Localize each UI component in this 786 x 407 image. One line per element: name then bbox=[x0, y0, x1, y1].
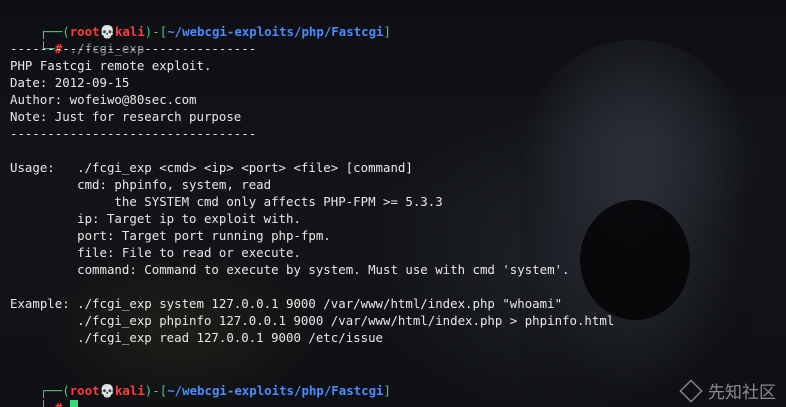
background-hooded-figure bbox=[520, 40, 750, 400]
prompt-path: ~/webcgi-exploits/php/Fastcgi bbox=[167, 24, 384, 39]
output-line: file: File to read or execute. bbox=[10, 245, 301, 260]
output-line: port: Target port running php-fpm. bbox=[10, 228, 331, 243]
prompt-path: ~/webcgi-exploits/php/Fastcgi bbox=[167, 383, 384, 398]
background-hood-shadow bbox=[580, 200, 690, 320]
output-line: ip: Target ip to exploit with. bbox=[10, 211, 301, 226]
command-line: └─# ./fcgi_exp bbox=[10, 23, 144, 56]
output-line: the SYSTEM cmd only affects PHP-FPM >= 5… bbox=[10, 194, 443, 209]
output-line: PHP Fastcgi remote exploit. bbox=[10, 58, 212, 73]
output-line: --------------------------------- bbox=[10, 126, 257, 141]
output-line: --------------------------------- bbox=[10, 41, 257, 56]
output-line: Usage: ./fcgi_exp <cmd> <ip> <port> <fil… bbox=[10, 160, 413, 175]
input-line[interactable]: └─# bbox=[10, 382, 78, 407]
prompt-frame-mid: )-[ bbox=[144, 383, 168, 398]
text-cursor[interactable] bbox=[69, 400, 78, 407]
output-line: Example: ./fcgi_exp system 127.0.0.1 900… bbox=[10, 296, 563, 311]
prompt-frame-mid: )-[ bbox=[144, 24, 168, 39]
terminal-window[interactable]: ┌──(root💀kali)-[~/webcgi-exploits/php/Fa… bbox=[0, 0, 786, 407]
output-line: Date: 2012-09-15 bbox=[10, 75, 130, 90]
prompt-frame-close: ] bbox=[383, 383, 391, 398]
output-line: command: Command to execute by system. M… bbox=[10, 262, 570, 277]
prompt-frame-close: ] bbox=[383, 24, 391, 39]
watermark-brand: 先知社区 bbox=[679, 378, 776, 403]
output-line: Author: wofeiwo@80sec.com bbox=[10, 92, 197, 107]
output-line: Note: Just for research purpose bbox=[10, 109, 242, 124]
prompt-line-2: ┌──(root💀kali)-[~/webcgi-exploits/php/Fa… bbox=[10, 365, 391, 398]
output-line: ./fcgi_exp phpinfo 127.0.0.1 9000 /var/w… bbox=[10, 313, 615, 328]
prompt-user-host: root💀kali bbox=[69, 383, 145, 398]
prompt-second-prefix: └─ bbox=[40, 400, 55, 407]
prompt-symbol: # bbox=[55, 400, 62, 407]
brand-logo-icon bbox=[679, 378, 703, 403]
output-line: ./fcgi_exp read 127.0.0.1 9000 /etc/issu… bbox=[10, 330, 383, 345]
output-line: cmd: phpinfo, system, read bbox=[10, 177, 272, 192]
prompt-line-1: ┌──(root💀kali)-[~/webcgi-exploits/php/Fa… bbox=[10, 6, 391, 39]
brand-text: 先知社区 bbox=[708, 383, 776, 403]
